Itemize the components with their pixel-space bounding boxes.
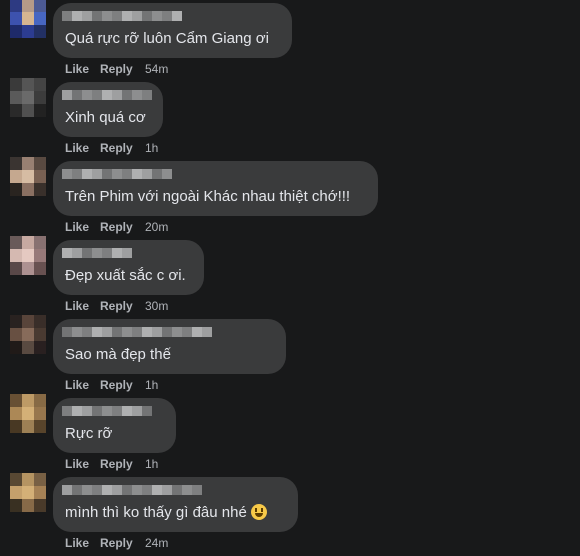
like-button[interactable]: Like (65, 536, 100, 550)
timestamp[interactable]: 30m (145, 299, 168, 313)
author-name-blurred[interactable] (62, 169, 172, 179)
reply-button[interactable]: Reply (100, 457, 145, 471)
reply-button[interactable]: Reply (100, 536, 145, 550)
comment-text: Sao mà đẹp thế (65, 346, 171, 364)
comment-actions: Like Reply 24m (65, 536, 168, 550)
comment-text: Đẹp xuất sắc c ơi. (65, 267, 186, 285)
comment-text: Xinh quá cơ (65, 109, 146, 127)
comment: Trên Phim với ngoài Khác nhau thiệt chớ!… (0, 157, 580, 240)
comment-actions: Like Reply 54m (65, 62, 168, 76)
reply-button[interactable]: Reply (100, 62, 145, 76)
avatar[interactable] (10, 157, 46, 197)
author-name-blurred[interactable] (62, 485, 202, 495)
comment-text: Trên Phim với ngoài Khác nhau thiệt chớ!… (65, 188, 350, 206)
author-name-blurred[interactable] (62, 248, 132, 258)
grinning-face-emoji-icon (250, 504, 267, 520)
comment: Đẹp xuất sắc c ơi. Like Reply 30m (0, 236, 580, 319)
reply-button[interactable]: Reply (100, 220, 145, 234)
timestamp[interactable]: 24m (145, 536, 168, 550)
like-button[interactable]: Like (65, 378, 100, 392)
comment-text-content: Xinh quá cơ (65, 109, 146, 126)
comment-list: Quá rực rỡ luôn Cẩm Giang ơi Like Reply 54m… (0, 0, 580, 556)
like-button[interactable]: Like (65, 141, 100, 155)
timestamp[interactable]: 1h (145, 141, 158, 155)
timestamp[interactable]: 54m (145, 62, 168, 76)
comment-text: mình thì ko thấy gì đâu nhé (65, 504, 267, 522)
comment-text-content: Trên Phim với ngoài Khác nhau thiệt chớ!… (65, 188, 351, 205)
avatar[interactable] (10, 236, 46, 276)
comment-text-content: Rực rỡ (65, 425, 113, 442)
author-name-blurred[interactable] (62, 406, 152, 416)
comment-actions: Like Reply 1h (65, 141, 158, 155)
comment-text-content: Đẹp xuất sắc c ơi. (65, 267, 186, 284)
comment-bubble: Trên Phim với ngoài Khác nhau thiệt chớ!… (53, 161, 378, 216)
like-button[interactable]: Like (65, 62, 100, 76)
comment-text-content: Quá rực rỡ luôn Cẩm Giang ơi (65, 30, 269, 47)
comment-actions: Like Reply 1h (65, 378, 158, 392)
avatar[interactable] (10, 78, 46, 118)
comment-actions: Like Reply 30m (65, 299, 168, 313)
avatar[interactable] (10, 473, 46, 513)
comment-actions: Like Reply 1h (65, 457, 158, 471)
reply-button[interactable]: Reply (100, 378, 145, 392)
comment: Quá rực rỡ luôn Cẩm Giang ơi Like Reply 54m (0, 0, 580, 82)
comment-bubble: Đẹp xuất sắc c ơi. (53, 240, 204, 295)
reply-button[interactable]: Reply (100, 299, 145, 313)
comment-text: Rực rỡ (65, 425, 112, 443)
timestamp[interactable]: 1h (145, 457, 158, 471)
like-button[interactable]: Like (65, 299, 100, 313)
comment: mình thì ko thấy gì đâu nhé Like Reply 24m (0, 473, 580, 556)
avatar[interactable] (10, 315, 46, 355)
timestamp[interactable]: 1h (145, 378, 158, 392)
avatar[interactable] (10, 394, 46, 434)
reply-button[interactable]: Reply (100, 141, 145, 155)
comment: Rực rỡ Like Reply 1h (0, 394, 580, 477)
comment-text-content: mình thì ko thấy gì đâu nhé (65, 504, 247, 521)
comment-text: Quá rực rỡ luôn Cẩm Giang ơi (65, 30, 269, 48)
like-button[interactable]: Like (65, 220, 100, 234)
author-name-blurred[interactable] (62, 11, 182, 21)
like-button[interactable]: Like (65, 457, 100, 471)
avatar[interactable] (10, 0, 46, 39)
comment-text-content: Sao mà đẹp thế (65, 346, 171, 363)
comment-bubble: Quá rực rỡ luôn Cẩm Giang ơi (53, 3, 292, 58)
comment-bubble: Sao mà đẹp thế (53, 319, 286, 374)
timestamp[interactable]: 20m (145, 220, 168, 234)
comment-actions: Like Reply 20m (65, 220, 168, 234)
comment-bubble: Xinh quá cơ (53, 82, 163, 137)
comment: Sao mà đẹp thế Like Reply 1h (0, 315, 580, 398)
author-name-blurred[interactable] (62, 327, 212, 337)
comment-bubble: mình thì ko thấy gì đâu nhé (53, 477, 298, 532)
author-name-blurred[interactable] (62, 90, 152, 100)
comment: Xinh quá cơ Like Reply 1h (0, 78, 580, 161)
comment-bubble: Rực rỡ (53, 398, 176, 453)
